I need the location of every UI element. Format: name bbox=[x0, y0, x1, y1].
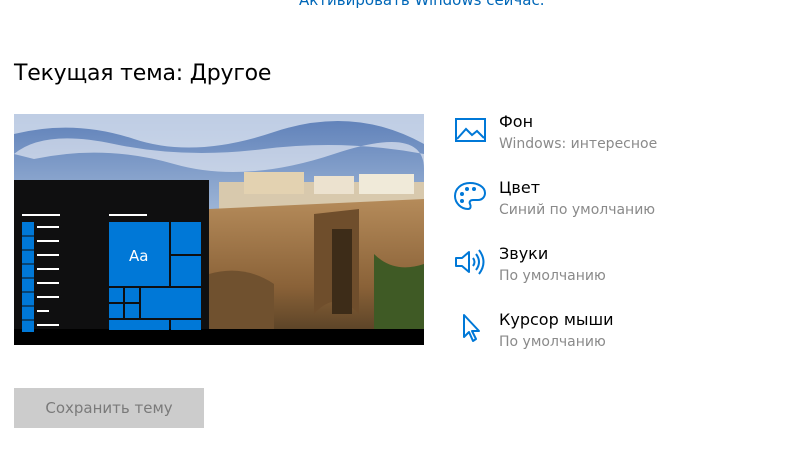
picture-icon bbox=[452, 114, 488, 146]
property-value: Windows: интересное bbox=[499, 136, 658, 152]
property-color[interactable]: Цвет Синий по умолчанию bbox=[450, 176, 780, 228]
palette-icon bbox=[452, 180, 488, 212]
property-value: По умолчанию bbox=[499, 268, 606, 284]
cursor-icon bbox=[452, 312, 488, 344]
property-value: По умолчанию bbox=[499, 334, 606, 350]
save-theme-button[interactable]: Сохранить тему bbox=[14, 388, 204, 428]
page-title: Текущая тема: Другое bbox=[14, 61, 272, 86]
activate-windows-link[interactable]: Активировать Windows сейчас. bbox=[299, 0, 545, 9]
property-name: Фон bbox=[499, 112, 534, 131]
property-sounds[interactable]: Звуки По умолчанию bbox=[450, 242, 780, 294]
property-mouse-cursor[interactable]: Курсор мыши По умолчанию bbox=[450, 308, 780, 360]
tile-label: Aa bbox=[129, 247, 149, 265]
theme-preview: Aa bbox=[14, 114, 424, 345]
speaker-icon bbox=[452, 246, 488, 278]
property-name: Цвет bbox=[499, 178, 541, 197]
property-name: Звуки bbox=[499, 244, 549, 263]
property-value: Синий по умолчанию bbox=[499, 202, 656, 218]
property-name: Курсор мыши bbox=[499, 310, 614, 329]
property-background[interactable]: Фон Windows: интересное bbox=[450, 110, 780, 162]
